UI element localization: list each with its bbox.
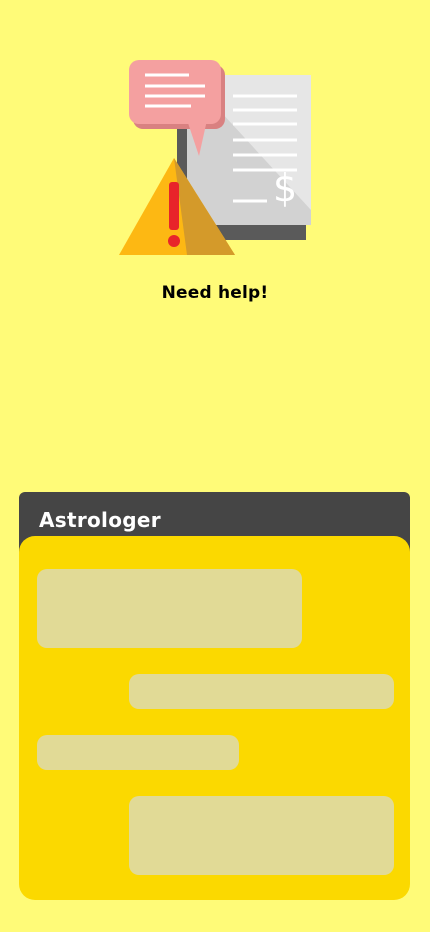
- message-placeholder-sent: [129, 796, 394, 875]
- astrologer-chat-card[interactable]: Astrologer: [19, 492, 410, 900]
- dollar-icon: $: [273, 166, 297, 210]
- message-placeholder-sent: [129, 674, 394, 709]
- card-title: Astrologer: [39, 508, 161, 532]
- message-placeholder-received: [37, 735, 239, 770]
- message-placeholder-received: [37, 569, 302, 648]
- chat-preview-body: [19, 536, 410, 900]
- need-help-text: Need help!: [161, 283, 269, 303]
- payment-issue-illustration: $: [117, 60, 313, 260]
- svg-text:$: $: [273, 166, 297, 210]
